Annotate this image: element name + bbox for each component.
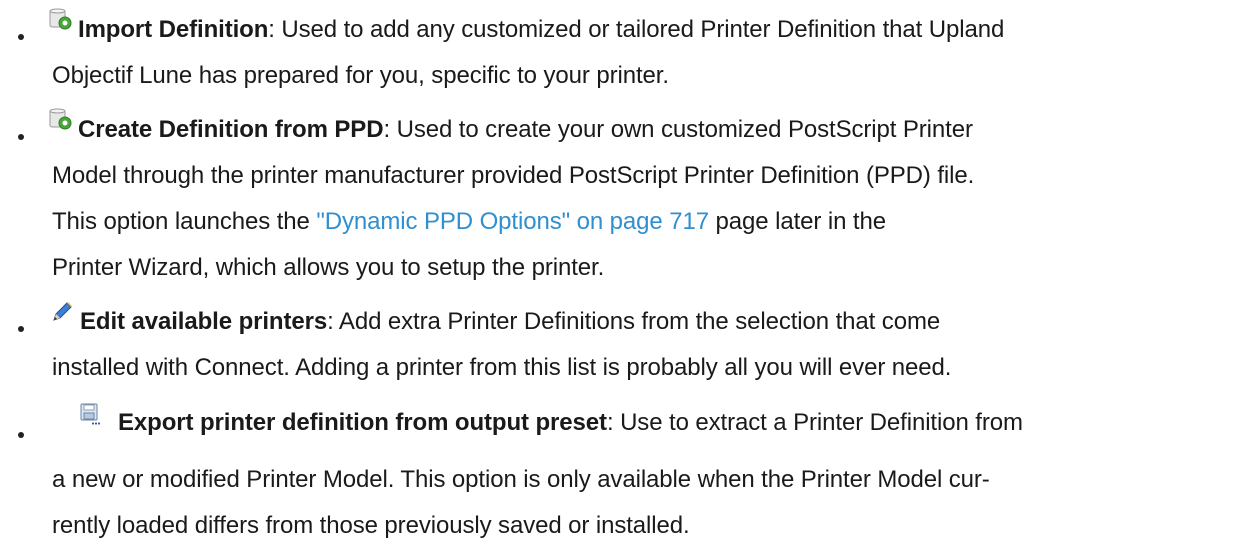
item-description-line: Printer Wizard, which allows you to setu… [52, 254, 605, 281]
item-description: This option launches the [52, 208, 317, 235]
export-save-icon [78, 402, 102, 431]
item-description: : Used to add any customized or tailored… [268, 16, 1005, 43]
pencil-icon [50, 300, 74, 329]
printer-definition-add-icon [48, 7, 74, 36]
bullet [18, 34, 24, 40]
item-description: : Use to extract a Printer Definition fr… [606, 409, 1023, 436]
item-description: page later in the [708, 208, 887, 235]
bullet-list: Import Definition: Used to add any custo… [0, 0, 1238, 559]
printer-definition-add-icon [48, 107, 74, 136]
bullet [18, 134, 24, 140]
item-description: : Add extra Printer Definitions from the… [327, 308, 941, 335]
item-description-line: a new or modified Printer Model. This op… [52, 466, 990, 493]
bullet [18, 326, 24, 332]
item-description-line: Model through the printer manufacturer p… [52, 162, 975, 189]
item-description-line: Objectif Lune has prepared for you, spec… [52, 62, 669, 89]
item-description-line: installed with Connect. Adding a printer… [52, 354, 952, 381]
item-title: Create Definition from PPD [78, 116, 384, 143]
item-title: Import Definition [78, 16, 269, 43]
item-title: Edit available printers [80, 308, 328, 335]
item-title: Export printer definition from output pr… [118, 409, 607, 436]
item-description: : Used to create your own customized Pos… [383, 116, 973, 143]
dynamic-ppd-options-link[interactable]: "Dynamic PPD Options" on page 717 [316, 208, 709, 235]
item-description-line: rently loaded differs from those previou… [52, 512, 690, 539]
bullet [18, 432, 24, 438]
